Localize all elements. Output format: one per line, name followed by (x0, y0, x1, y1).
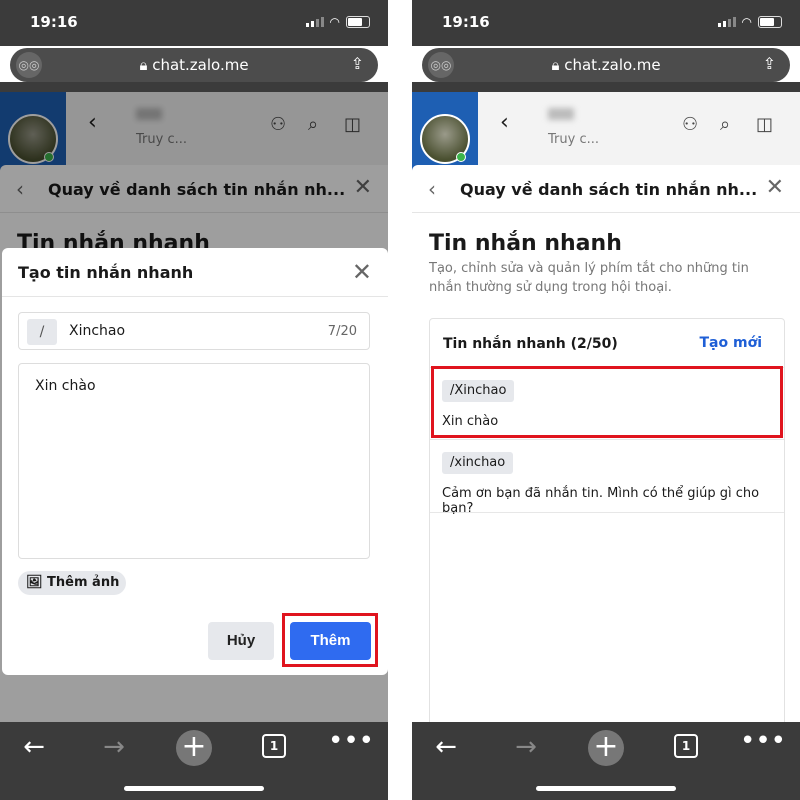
address-bar[interactable]: ◎◎ 🔒︎ chat.zalo.me ⇪ (422, 48, 790, 82)
new-tab-icon[interactable]: + (176, 730, 212, 766)
list-header: Tin nhắn nhanh (2/50) (443, 336, 618, 352)
signal-icon (305, 17, 324, 27)
share-icon[interactable]: ⇪ (351, 54, 364, 73)
home-indicator (536, 786, 676, 791)
panel-title: Tin nhắn nhanh (429, 231, 622, 256)
tabs-button[interactable]: 1 (674, 734, 698, 758)
back-icon[interactable]: ‹ (428, 177, 436, 201)
status-bar: 19:16 ◠ (0, 0, 388, 46)
back-arrow-icon[interactable]: ← (14, 732, 54, 762)
status-time: 19:16 (30, 13, 78, 31)
url: chat.zalo.me (152, 56, 249, 74)
panel-description: Tạo, chỉnh sửa và quản lý phím tắt cho n… (429, 261, 749, 295)
create-quick-message-modal: Tạo tin nhắn nhanh ✕ / Xinchao 7/20 Xin … (2, 248, 388, 675)
url-text: 🔒︎ chat.zalo.me (422, 56, 790, 74)
list-item[interactable]: /xinchao Cảm ơn bạn đã nhắn tin. Mình có… (430, 439, 784, 516)
status-bar: 19:16 ◠ (412, 0, 800, 46)
panel-header: ‹ Quay về danh sách tin nhắn nh... ✕ (412, 165, 800, 213)
more-icon[interactable]: ••• (328, 726, 374, 756)
battery-icon (346, 16, 370, 28)
lock-icon: 🔒︎ (551, 56, 560, 74)
chat-header: ‹ Truy c... ⚇ ⌕ ◫ (478, 92, 800, 165)
battery-icon (758, 16, 782, 28)
back-icon[interactable]: ‹ (500, 110, 509, 135)
shortcut-input[interactable]: / Xinchao 7/20 (18, 312, 370, 350)
chrome-bg (0, 82, 388, 92)
url-text: 🔒︎ chat.zalo.me (10, 56, 378, 74)
online-indicator (456, 152, 466, 162)
status-icons: ◠ (305, 15, 370, 29)
image-icon: 🖼 (26, 575, 43, 590)
more-icon[interactable]: ••• (740, 726, 786, 756)
divider (2, 296, 388, 297)
status-icons: ◠ (717, 15, 782, 29)
panel-back-title[interactable]: Quay về danh sách tin nhắn nh... (460, 180, 757, 199)
modal-title: Tạo tin nhắn nhanh (18, 263, 194, 282)
close-icon[interactable]: ✕ (352, 258, 372, 286)
forward-arrow-icon[interactable]: → (94, 732, 134, 762)
add-image-label: Thêm ảnh (47, 575, 120, 590)
add-image-button[interactable]: 🖼 Thêm ảnh (18, 571, 126, 595)
create-new-button[interactable]: Tạo mới (700, 335, 763, 351)
wifi-icon: ◠ (741, 15, 752, 29)
shortcut-prefix: / (27, 319, 57, 345)
chat-subtitle: Truy c... (548, 132, 599, 147)
phone-left: ‹ Truy c... ⚇ ⌕ ◫ ‹ Quay về danh sách ti… (0, 0, 388, 800)
lock-icon: 🔒︎ (139, 56, 148, 74)
url: chat.zalo.me (564, 56, 661, 74)
shortcut-value: Xinchao (69, 323, 126, 339)
shortcut-tag: /xinchao (442, 452, 514, 474)
new-tab-icon[interactable]: + (588, 730, 624, 766)
phone-right: ‹ Truy c... ⚇ ⌕ ◫ ‹ Quay về danh sách ti… (412, 0, 800, 800)
forward-arrow-icon[interactable]: → (506, 732, 546, 762)
back-arrow-icon[interactable]: ← (426, 732, 466, 762)
char-count: 7/20 (327, 324, 357, 339)
quick-message-panel: ‹ Quay về danh sách tin nhắn nh... ✕ Tin… (412, 165, 800, 800)
message-text: Cảm ơn bạn đã nhắn tin. Mình có thể giúp… (442, 486, 760, 516)
contact-name-blurred (548, 108, 574, 120)
status-time: 19:16 (442, 13, 490, 31)
chrome-bg (412, 82, 800, 92)
sidebar-toggle-icon[interactable]: ◫ (756, 114, 773, 135)
address-bar[interactable]: ◎◎ 🔒︎ chat.zalo.me ⇪ (10, 48, 378, 82)
wifi-icon: ◠ (329, 15, 340, 29)
add-member-icon[interactable]: ⚇ (682, 114, 698, 135)
home-indicator (124, 786, 264, 791)
signal-icon (717, 17, 736, 27)
message-textarea[interactable]: Xin chào (18, 363, 370, 559)
share-icon[interactable]: ⇪ (763, 54, 776, 73)
tabs-button[interactable]: 1 (262, 734, 286, 758)
submit-button[interactable]: Thêm (290, 622, 371, 660)
cancel-button[interactable]: Hủy (208, 622, 274, 660)
close-icon[interactable]: ✕ (766, 175, 784, 200)
search-icon[interactable]: ⌕ (720, 114, 730, 135)
highlight-box (431, 366, 783, 438)
